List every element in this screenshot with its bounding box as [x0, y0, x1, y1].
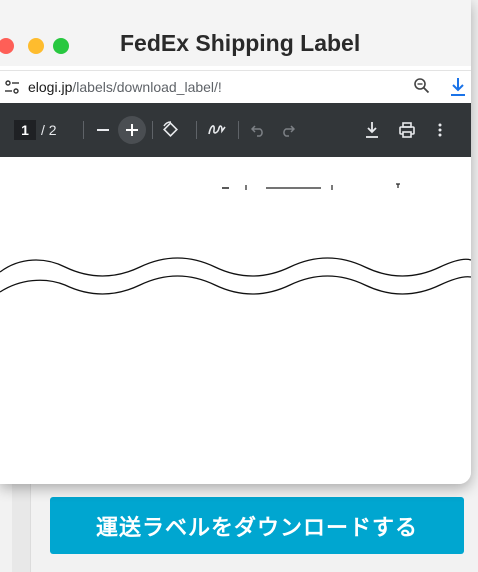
url-path: /labels/download_label/! — [72, 79, 222, 95]
url-bar[interactable]: elogi.jp/labels/download_label/! — [0, 70, 471, 103]
pdf-toolbar: 1 / 2 — [0, 103, 471, 157]
toolbar-divider — [83, 121, 84, 139]
window-title: FedEx Shipping Label — [120, 30, 361, 56]
zoom-in-icon[interactable] — [118, 116, 146, 144]
download-icon[interactable] — [448, 76, 468, 98]
redo-icon[interactable] — [280, 121, 296, 139]
more-icon[interactable] — [434, 120, 446, 140]
pdf-viewport[interactable] — [0, 157, 471, 484]
toolbar-divider — [196, 121, 197, 139]
page-total: / 2 — [41, 122, 57, 138]
popup-window: FedEx Shipping Label elogi.jp/labels/dow… — [0, 0, 471, 484]
pdf-download-icon[interactable] — [362, 119, 382, 141]
undo-icon[interactable] — [250, 121, 266, 139]
toolbar-divider — [238, 121, 239, 139]
zoom-out-icon[interactable] — [94, 120, 112, 140]
title-bar: FedEx Shipping Label — [0, 0, 471, 66]
page-number-input[interactable]: 1 — [14, 120, 36, 140]
minimize-window-button[interactable] — [28, 38, 44, 54]
print-icon[interactable] — [396, 119, 418, 141]
rotate-icon[interactable] — [160, 119, 182, 141]
pdf-page-fragment — [0, 183, 471, 295]
maximize-window-button[interactable] — [53, 38, 69, 54]
zoom-icon[interactable] — [413, 77, 431, 95]
toolbar-divider — [152, 121, 153, 139]
page-side-strip — [12, 470, 31, 572]
url-text[interactable]: elogi.jp/labels/download_label/! — [28, 79, 228, 95]
download-label-button[interactable]: 運送ラベルをダウンロードする — [50, 497, 464, 554]
annotate-icon[interactable] — [206, 120, 228, 140]
close-window-button[interactable] — [0, 38, 14, 54]
url-domain: elogi.jp — [28, 79, 73, 95]
site-info-icon[interactable] — [4, 79, 20, 95]
